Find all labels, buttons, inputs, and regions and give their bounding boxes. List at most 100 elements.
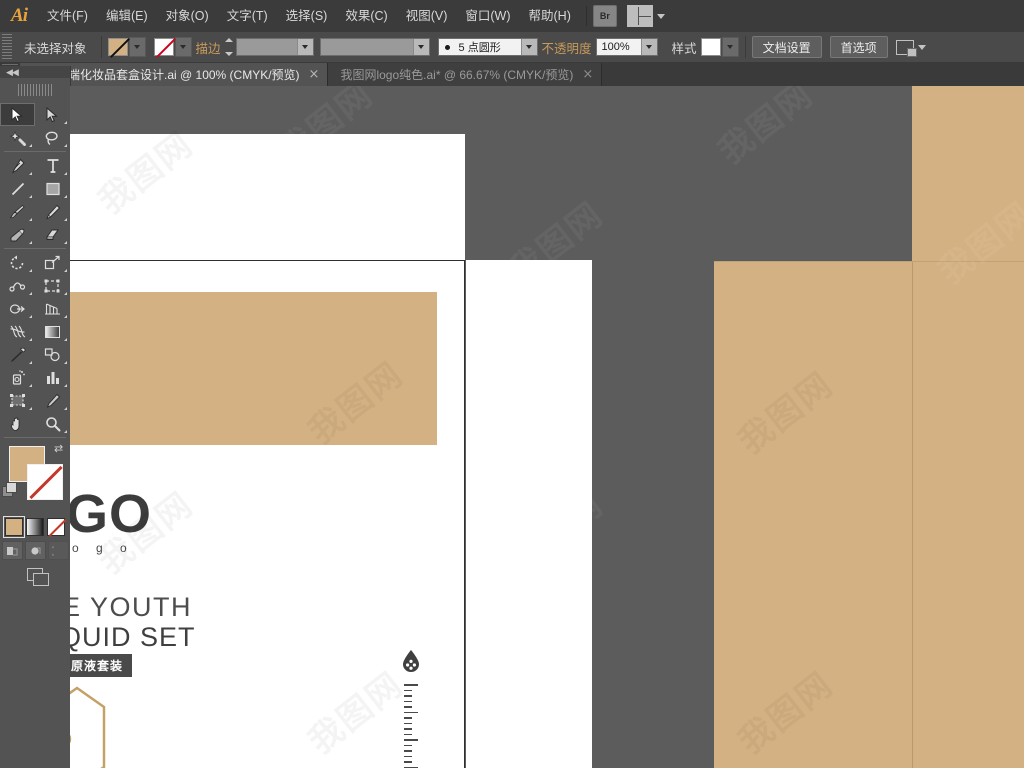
tan-panel-separator <box>912 262 913 768</box>
rectangle-tool[interactable] <box>35 177 70 200</box>
close-icon[interactable]: × <box>309 68 320 81</box>
eyedropper-tool[interactable] <box>0 343 35 366</box>
stroke-swatch-group[interactable] <box>153 37 192 57</box>
document-canvas[interactable]: GO o g o E YOUTH QUID SET 原液套装 我图网 我图网 我… <box>70 86 1024 768</box>
blend-tool[interactable] <box>35 343 70 366</box>
tools-grid-3 <box>0 251 70 435</box>
direct-selection-tool[interactable] <box>35 103 70 126</box>
blob-brush-tool[interactable] <box>0 223 35 246</box>
paintbrush-tool[interactable] <box>0 200 35 223</box>
menu-object[interactable]: 对象(O) <box>157 0 218 32</box>
stroke-weight-dropdown[interactable] <box>296 39 313 55</box>
close-icon[interactable]: × <box>582 68 593 81</box>
stroke-swatch[interactable] <box>153 38 174 56</box>
scale-tool[interactable] <box>35 251 70 274</box>
magic-wand-tool[interactable] <box>0 126 35 149</box>
artwork-logo-subtext: o g o <box>72 541 134 555</box>
screen-mode-group <box>0 541 70 560</box>
menu-bar: Ai 文件(F) 编辑(E) 对象(O) 文字(T) 选择(S) 效果(C) 视… <box>0 0 1024 33</box>
stroke-profile-dropdown[interactable] <box>412 39 429 55</box>
stroke-dropdown-button[interactable] <box>174 37 192 57</box>
graphic-style-dropdown[interactable] <box>721 37 739 57</box>
zoom-tool[interactable] <box>35 412 70 435</box>
chevron-down-icon <box>656 13 665 19</box>
fill-dropdown-button[interactable] <box>128 37 146 57</box>
graphic-style-group[interactable] <box>700 37 739 57</box>
preferences-button[interactable]: 首选项 <box>829 36 888 58</box>
tools-divider-3 <box>4 437 66 438</box>
slice-tool[interactable] <box>35 389 70 412</box>
menu-type[interactable]: 文字(T) <box>218 0 277 32</box>
menu-help[interactable]: 帮助(H) <box>520 0 580 32</box>
bridge-button[interactable]: Br <box>592 5 617 27</box>
selection-tool[interactable] <box>0 103 35 126</box>
eraser-tool[interactable] <box>35 223 70 246</box>
hand-tool[interactable] <box>0 412 35 435</box>
shape-builder-tool[interactable] <box>0 297 35 320</box>
tab-logo-solid-color[interactable]: 我图网logo纯色.ai* @ 66.67% (CMYK/预览) × <box>328 63 603 86</box>
stroke-profile-field[interactable] <box>319 38 430 56</box>
menu-view[interactable]: 视图(V) <box>397 0 457 32</box>
tools-panel-grip[interactable] <box>0 80 70 100</box>
opacity-dropdown[interactable] <box>640 39 657 55</box>
tools-divider-1 <box>4 151 66 152</box>
pen-tool[interactable] <box>0 154 35 177</box>
mesh-tool[interactable] <box>0 320 35 343</box>
collapse-panel-icon[interactable]: ◀◀ <box>6 67 19 77</box>
width-tool[interactable] <box>0 274 35 297</box>
full-screen-menubar-button[interactable] <box>24 541 46 560</box>
chevron-down-icon <box>646 45 653 49</box>
type-tool[interactable] <box>35 154 70 177</box>
tools-panel-header[interactable]: ◀◀ <box>0 66 70 78</box>
menu-edit[interactable]: 编辑(E) <box>97 0 157 32</box>
artwork-logo-text: GO <box>70 484 153 544</box>
fill-swatch[interactable] <box>107 38 128 56</box>
fill-stroke-mode-group <box>0 516 70 538</box>
tab-title: 我图网logo纯色.ai* @ 66.67% (CMYK/预览) <box>340 68 574 82</box>
tab-title: 金色高端化妆品套盒设计.ai @ 100% (CMYK/预览) <box>32 68 300 82</box>
column-graph-tool[interactable] <box>35 366 70 389</box>
graphic-style-swatch[interactable] <box>700 38 721 56</box>
none-mode-button[interactable] <box>47 518 65 536</box>
tan-panel-lower-right <box>714 262 1024 768</box>
opacity-field[interactable]: 100% <box>595 38 658 56</box>
chevron-down-icon <box>134 45 141 49</box>
fill-swatch-group[interactable] <box>107 37 146 57</box>
control-bar: 未选择对象 描边 5 点圆形 不透明度 100% 样式 文档设置 首选项 <box>0 32 1024 63</box>
gradient-mode-button[interactable] <box>26 518 44 536</box>
brush-definition-dropdown[interactable] <box>520 39 537 55</box>
default-fill-stroke-icon[interactable] <box>2 482 17 497</box>
menu-window[interactable]: 窗口(W) <box>456 0 519 32</box>
perspective-grid-tool[interactable] <box>35 297 70 320</box>
menu-select[interactable]: 选择(S) <box>277 0 337 32</box>
swap-fill-stroke-icon[interactable]: ⇄ <box>54 444 66 456</box>
pencil-tool[interactable] <box>35 200 70 223</box>
change-screen-mode-footer[interactable] <box>0 568 70 586</box>
control-bar-grip[interactable] <box>2 34 12 60</box>
control-divider-2 <box>744 36 746 58</box>
gradient-tool[interactable] <box>35 320 70 343</box>
stroke-color-box[interactable] <box>27 464 63 500</box>
document-setup-button[interactable]: 文档设置 <box>751 36 822 58</box>
symbol-sprayer-tool[interactable] <box>0 366 35 389</box>
artwork-cn-badge: 原液套装 <box>70 654 133 677</box>
menu-effect[interactable]: 效果(C) <box>336 0 396 32</box>
lasso-tool[interactable] <box>35 126 70 149</box>
brush-definition-field[interactable]: 5 点圆形 <box>437 38 538 56</box>
arrange-documents-button[interactable] <box>626 5 665 27</box>
artboard-tool[interactable] <box>0 389 35 412</box>
stroke-weight-stepper[interactable] <box>224 38 234 56</box>
artwork-product-line-1: E YOUTH <box>70 592 193 622</box>
line-segment-tool[interactable] <box>0 177 35 200</box>
free-transform-tool[interactable] <box>35 274 70 297</box>
normal-screen-mode-button[interactable] <box>1 541 23 560</box>
menu-file[interactable]: 文件(F) <box>38 0 97 32</box>
rotate-tool[interactable] <box>0 251 35 274</box>
chevron-down-icon <box>526 45 533 49</box>
draw-mode-button[interactable] <box>895 39 926 57</box>
stroke-weight-field[interactable] <box>235 38 314 56</box>
color-mode-button[interactable] <box>3 516 25 538</box>
brush-dot-icon <box>444 44 450 50</box>
full-screen-button[interactable] <box>47 541 69 560</box>
brush-definition-value: 5 点圆形 <box>458 42 501 54</box>
